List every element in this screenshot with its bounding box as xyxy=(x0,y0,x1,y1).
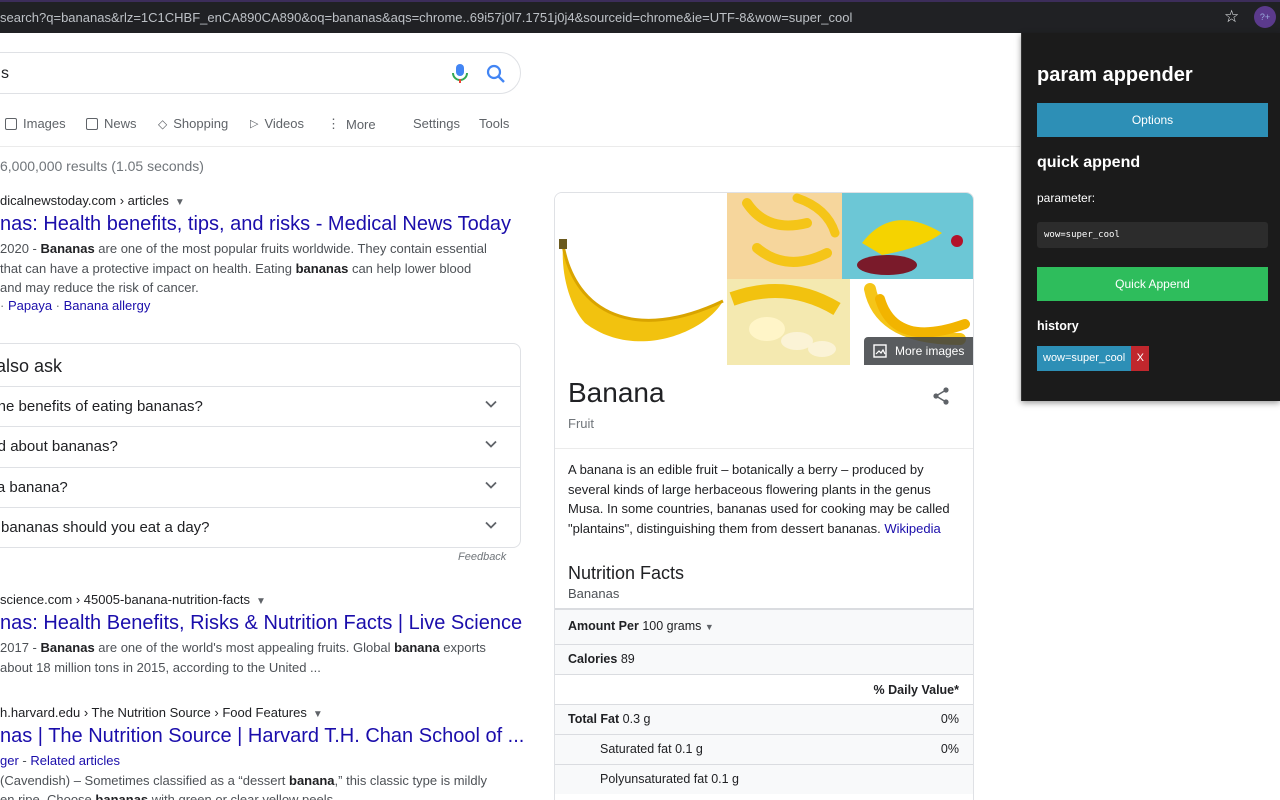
daily-value-header: % Daily Value* xyxy=(555,674,973,704)
tab-settings[interactable]: Settings xyxy=(413,116,460,131)
result-cite[interactable]: h.harvard.edu › The Nutrition Source › F… xyxy=(0,705,524,720)
amount-per-row[interactable]: Amount Per 100 grams ▼ xyxy=(555,608,973,644)
tab-shopping[interactable]: ◇ Shopping xyxy=(158,116,228,131)
calories-row: Calories 89 xyxy=(555,644,973,674)
search-input[interactable]: s xyxy=(1,65,9,83)
search-result: dicalnewstoday.com › articles ▼ nas: Heal… xyxy=(0,193,511,313)
search-icon[interactable] xyxy=(486,64,506,84)
tab-tools[interactable]: Tools xyxy=(479,116,509,131)
result-title[interactable]: nas: Health benefits, tips, and risks - … xyxy=(0,213,511,236)
history-item: wow=super_cool X xyxy=(1037,346,1150,371)
parameter-label: parameter: xyxy=(1037,191,1096,205)
banana-image[interactable] xyxy=(727,279,850,365)
divider xyxy=(555,448,973,449)
nutrition-row: Polyunsaturated fat 0.1 g xyxy=(555,764,973,794)
image-icon xyxy=(873,344,887,358)
kp-subtitle: Fruit xyxy=(568,416,594,431)
history-value[interactable]: wow=super_cool xyxy=(1037,346,1132,371)
knowledge-panel: More images Banana Fruit A banana is an … xyxy=(554,192,974,800)
tab-news[interactable]: News xyxy=(86,116,137,131)
nutrition-subtitle: Bananas xyxy=(568,586,620,601)
quick-append-heading: quick append xyxy=(1037,154,1141,171)
paa-question[interactable]: e the benefits of eating bananas? xyxy=(0,386,520,426)
search-box[interactable]: s xyxy=(0,52,521,94)
more-vert-icon: ⋮ xyxy=(327,116,340,131)
dropdown-arrow-icon: ▼ xyxy=(704,622,714,632)
extension-popup: param appender Options quick append para… xyxy=(1021,33,1280,401)
dropdown-arrow-icon: ▼ xyxy=(256,596,266,607)
more-images-button[interactable]: More images xyxy=(864,337,973,365)
address-bar[interactable]: search?q=bananas&rlz=1C1CHBF_enCA890CA89… xyxy=(0,0,1280,33)
image-icon xyxy=(5,117,17,130)
sitelink[interactable]: Banana allergy xyxy=(64,298,151,313)
microphone-icon[interactable] xyxy=(451,63,469,85)
header-divider xyxy=(0,146,1020,147)
search-result: h.harvard.edu › The Nutrition Source › F… xyxy=(0,705,524,800)
chevron-down-icon xyxy=(485,440,497,448)
tab-images[interactable]: Images xyxy=(5,116,66,131)
play-icon: ▷ xyxy=(250,118,259,130)
history-heading: history xyxy=(1037,319,1079,333)
paa-question[interactable]: in a banana? xyxy=(0,467,520,507)
banana-image[interactable] xyxy=(727,193,842,279)
result-sitelinks: · Papaya · Banana allergy xyxy=(0,297,151,313)
people-also-ask: e also ask e the benefits of eating bana… xyxy=(0,343,521,548)
news-icon xyxy=(86,117,98,130)
popup-title: param appender xyxy=(1037,64,1193,86)
result-stats: 6,000,000 results (1.05 seconds) xyxy=(0,158,204,174)
dropdown-arrow-icon: ▼ xyxy=(174,197,185,208)
quick-append-button[interactable]: Quick Append xyxy=(1037,267,1268,301)
share-icon[interactable] xyxy=(931,386,951,406)
chevron-down-icon xyxy=(485,481,497,489)
nutrition-row: Saturated fat 0.1 g 0% xyxy=(555,734,973,764)
options-button[interactable]: Options xyxy=(1037,103,1268,137)
search-result: science.com › 45005-banana-nutrition-fac… xyxy=(0,592,522,677)
chevron-down-icon xyxy=(485,400,497,408)
banana-image[interactable] xyxy=(842,193,973,279)
result-title[interactable]: nas | The Nutrition Source | Harvard T.H… xyxy=(0,725,524,748)
related-articles-link[interactable]: Related articles xyxy=(30,753,120,768)
result-meta: ger - Related articles xyxy=(0,753,120,768)
extension-icon[interactable]: ?+ xyxy=(1254,6,1276,28)
tab-videos[interactable]: ▷ Videos xyxy=(250,116,304,131)
nutrition-title: Nutrition Facts xyxy=(568,563,685,583)
tag-icon: ◇ xyxy=(158,116,168,131)
tab-more[interactable]: ⋮ More xyxy=(327,116,376,132)
feedback-link[interactable]: Feedback xyxy=(458,551,506,563)
parameter-input[interactable]: wow=super_cool xyxy=(1037,222,1268,248)
kp-title: Banana xyxy=(568,377,665,408)
paa-question[interactable]: ny bananas should you eat a day? xyxy=(0,507,520,547)
paa-question[interactable]: bad about bananas? xyxy=(0,426,520,466)
result-cite[interactable]: science.com › 45005-banana-nutrition-fac… xyxy=(0,592,522,607)
result-cite[interactable]: dicalnewstoday.com › articles ▼ xyxy=(0,193,511,208)
sitelink[interactable]: Papaya xyxy=(8,298,52,313)
banana-image[interactable] xyxy=(555,193,727,365)
kp-description: A banana is an edible fruit – botanicall… xyxy=(568,462,950,536)
wikipedia-link[interactable]: Wikipedia xyxy=(884,521,940,536)
result-snippet: (Cavendish) – Sometimes classified as a … xyxy=(0,772,487,800)
remove-history-button[interactable]: X xyxy=(1131,346,1150,371)
result-title[interactable]: nas: Health Benefits, Risks & Nutrition … xyxy=(0,612,522,635)
paa-title: e also ask xyxy=(0,356,63,376)
result-snippet: 2020 - Bananas are one of the most popul… xyxy=(0,241,487,295)
url-text[interactable]: search?q=bananas&rlz=1C1CHBF_enCA890CA89… xyxy=(0,10,852,25)
nutrition-row: Total Fat 0.3 g 0% xyxy=(555,704,973,734)
dropdown-arrow-icon: ▼ xyxy=(312,709,323,720)
chevron-down-icon xyxy=(485,521,497,529)
star-icon[interactable]: ☆ xyxy=(1224,7,1239,27)
result-snippet: 2017 - Bananas are one of the world's mo… xyxy=(0,640,486,675)
